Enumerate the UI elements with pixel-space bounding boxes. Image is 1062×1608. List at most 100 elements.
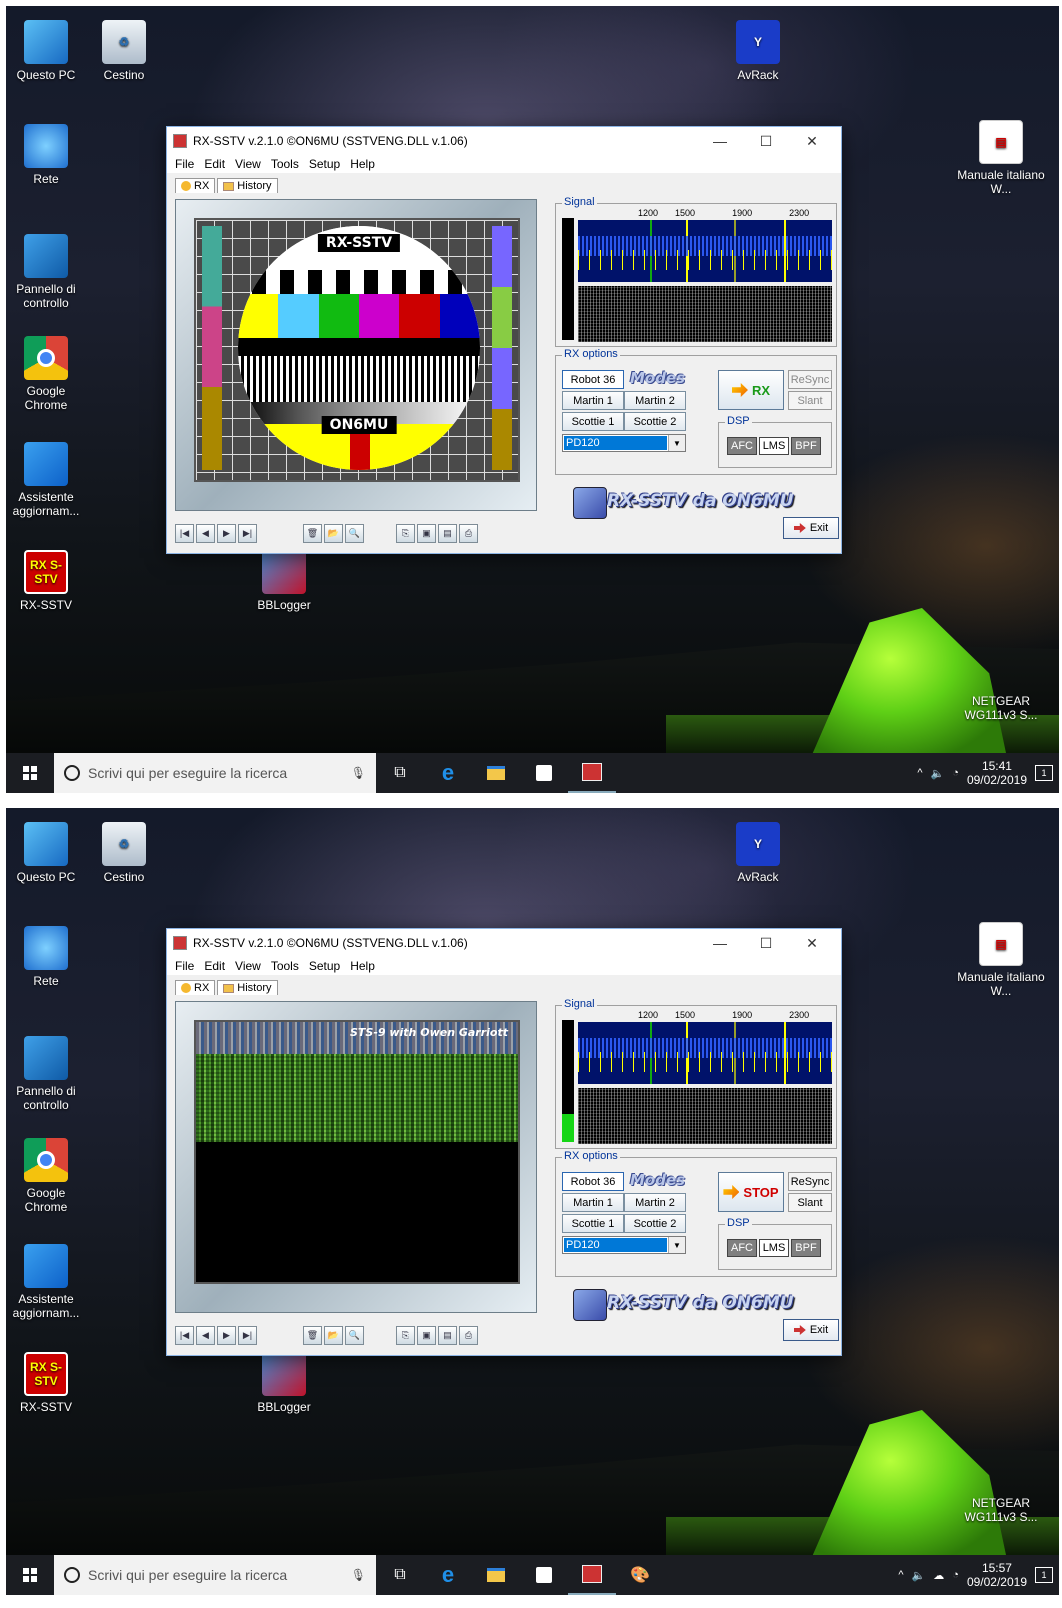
exit-button[interactable]: Exit xyxy=(783,1319,839,1341)
save-as-icon[interactable]: ▤ xyxy=(438,523,457,543)
open-folder-icon[interactable]: 📂 xyxy=(324,523,343,543)
afc-toggle[interactable]: AFC xyxy=(727,437,757,455)
mode-robot36-button[interactable]: Robot 36 xyxy=(562,1172,624,1191)
afc-toggle[interactable]: AFC xyxy=(727,1239,757,1257)
rx-sstv-taskbar-button[interactable] xyxy=(568,1555,616,1595)
tab-rx[interactable]: RX xyxy=(175,980,216,995)
clock[interactable]: 15:57 09/02/2019 xyxy=(967,1561,1027,1589)
store-taskbar-button[interactable] xyxy=(520,1555,568,1595)
desktop-icon-assistente[interactable]: Assistente aggiornam... xyxy=(6,1244,86,1320)
next-image-button[interactable]: ▶ xyxy=(217,1325,236,1345)
desktop-icon-netgear[interactable]: NETGEAR WG111v3 S... xyxy=(956,646,1046,722)
menu-setup[interactable]: Setup xyxy=(309,959,340,973)
start-button[interactable] xyxy=(6,753,54,793)
explorer-taskbar-button[interactable] xyxy=(472,753,520,793)
resync-button[interactable]: ReSync xyxy=(788,370,832,389)
menu-view[interactable]: View xyxy=(235,959,261,973)
desktop-icon-chrome[interactable]: Google Chrome xyxy=(6,336,86,412)
desktop-icon-pannello[interactable]: Pannello di controllo xyxy=(6,234,86,310)
notification-icon[interactable]: 1 xyxy=(1035,765,1053,781)
desktop-icon-chrome[interactable]: Google Chrome xyxy=(6,1138,86,1214)
chevron-up-icon[interactable]: ^ xyxy=(917,767,922,779)
desktop-icon-assistente[interactable]: Assistente aggiornam... xyxy=(6,442,86,518)
delete-icon[interactable]: 🗑 xyxy=(303,523,322,543)
menu-view[interactable]: View xyxy=(235,157,261,171)
speaker-icon[interactable]: 🔈 xyxy=(912,1569,926,1582)
open-folder-icon[interactable]: 📂 xyxy=(324,1325,343,1345)
first-image-button[interactable]: |◀ xyxy=(175,523,194,543)
zoom-icon[interactable]: 🔍 xyxy=(345,523,364,543)
menu-tools[interactable]: Tools xyxy=(271,959,299,973)
copy-icon[interactable]: ⎘ xyxy=(396,1325,415,1345)
mode-martin1-button[interactable]: Martin 1 xyxy=(562,1193,624,1212)
mode-select[interactable]: PD120 ▼ xyxy=(562,1236,686,1254)
mode-scottie1-button[interactable]: Scottie 1 xyxy=(562,412,624,431)
slant-button[interactable]: Slant xyxy=(788,391,832,410)
zoom-icon[interactable]: 🔍 xyxy=(345,1325,364,1345)
bpf-toggle[interactable]: BPF xyxy=(791,1239,821,1257)
save-as-icon[interactable]: ▤ xyxy=(438,1325,457,1345)
last-image-button[interactable]: ▶| xyxy=(238,1325,257,1345)
rx-sstv-taskbar-button[interactable] xyxy=(568,753,616,793)
speaker-icon[interactable]: 🔈 xyxy=(931,767,945,780)
menu-edit[interactable]: Edit xyxy=(204,157,225,171)
desktop-icon-rete[interactable]: Rete xyxy=(6,124,86,186)
rx-start-button[interactable]: RX xyxy=(718,370,784,410)
explorer-taskbar-button[interactable] xyxy=(472,1555,520,1595)
maximize-button[interactable]: ☐ xyxy=(743,133,789,150)
exit-button[interactable]: Exit xyxy=(783,517,839,539)
taskbar-search[interactable]: Scrivi qui per eseguire la ricerca 🎙 xyxy=(54,1555,376,1595)
desktop-icon-questo-pc[interactable]: Questo PC xyxy=(6,20,86,82)
desktop-icon-bblogger[interactable]: BBLogger xyxy=(244,550,324,612)
menu-file[interactable]: File xyxy=(175,959,194,973)
menu-file[interactable]: File xyxy=(175,157,194,171)
desktop-icon-avrack[interactable]: Y AvRack xyxy=(718,822,798,884)
mode-martin2-button[interactable]: Martin 2 xyxy=(624,391,686,410)
desktop-icon-rete[interactable]: Rete xyxy=(6,926,86,988)
desktop-icon-rx-sstv[interactable]: RX S-STV RX-SSTV xyxy=(6,550,86,612)
save-icon[interactable]: ▣ xyxy=(417,523,436,543)
title-bar[interactable]: RX-SSTV v.2.1.0 ©ON6MU (SSTVENG.DLL v.1.… xyxy=(167,127,841,155)
menu-help[interactable]: Help xyxy=(350,959,375,973)
menu-edit[interactable]: Edit xyxy=(204,959,225,973)
desktop-icon-cestino[interactable]: ♻ Cestino xyxy=(84,822,164,884)
sync-icon[interactable]: ☁ xyxy=(933,1569,944,1582)
title-bar[interactable]: RX-SSTV v.2.1.0 ©ON6MU (SSTVENG.DLL v.1.… xyxy=(167,929,841,957)
paint-taskbar-button[interactable]: 🎨 xyxy=(616,1555,664,1595)
print-icon[interactable]: ⎙ xyxy=(459,523,478,543)
mode-scottie2-button[interactable]: Scottie 2 xyxy=(624,1214,686,1233)
resync-button[interactable]: ReSync xyxy=(788,1172,832,1191)
mode-martin2-button[interactable]: Martin 2 xyxy=(624,1193,686,1212)
desktop-icon-bblogger[interactable]: BBLogger xyxy=(244,1352,324,1414)
print-icon[interactable]: ⎙ xyxy=(459,1325,478,1345)
bpf-toggle[interactable]: BPF xyxy=(791,437,821,455)
microphone-icon[interactable]: 🎙 xyxy=(351,766,366,780)
save-icon[interactable]: ▣ xyxy=(417,1325,436,1345)
copy-icon[interactable]: ⎘ xyxy=(396,523,415,543)
minimize-button[interactable]: — xyxy=(697,133,743,149)
mode-scottie1-button[interactable]: Scottie 1 xyxy=(562,1214,624,1233)
prev-image-button[interactable]: ◀ xyxy=(196,523,215,543)
delete-icon[interactable]: 🗑 xyxy=(303,1325,322,1345)
notification-icon[interactable]: 1 xyxy=(1035,1567,1053,1583)
lms-toggle[interactable]: LMS xyxy=(759,437,789,455)
desktop-icon-cestino[interactable]: ♻ Cestino xyxy=(84,20,164,82)
tab-history[interactable]: History xyxy=(217,980,278,995)
desktop-icon-rx-sstv[interactable]: RX S-STV RX-SSTV xyxy=(6,1352,86,1414)
microphone-icon[interactable]: 🎙 xyxy=(351,1568,366,1582)
desktop-icon-netgear[interactable]: NETGEAR WG111v3 S... xyxy=(956,1448,1046,1524)
prev-image-button[interactable]: ◀ xyxy=(196,1325,215,1345)
next-image-button[interactable]: ▶ xyxy=(217,523,236,543)
clock[interactable]: 15:41 09/02/2019 xyxy=(967,759,1027,787)
close-button[interactable]: ✕ xyxy=(789,935,835,952)
taskbar-search[interactable]: Scrivi qui per eseguire la ricerca 🎙 xyxy=(54,753,376,793)
tab-rx[interactable]: RX xyxy=(175,178,216,193)
store-taskbar-button[interactable] xyxy=(520,753,568,793)
mode-robot36-button[interactable]: Robot 36 xyxy=(562,370,624,389)
slant-button[interactable]: Slant xyxy=(788,1193,832,1212)
desktop-icon-manuale[interactable]: ▤ Manuale italiano W... xyxy=(956,120,1046,196)
first-image-button[interactable]: |◀ xyxy=(175,1325,194,1345)
start-button[interactable] xyxy=(6,1555,54,1595)
tab-history[interactable]: History xyxy=(217,178,278,193)
desktop-icon-avrack[interactable]: Y AvRack xyxy=(718,20,798,82)
